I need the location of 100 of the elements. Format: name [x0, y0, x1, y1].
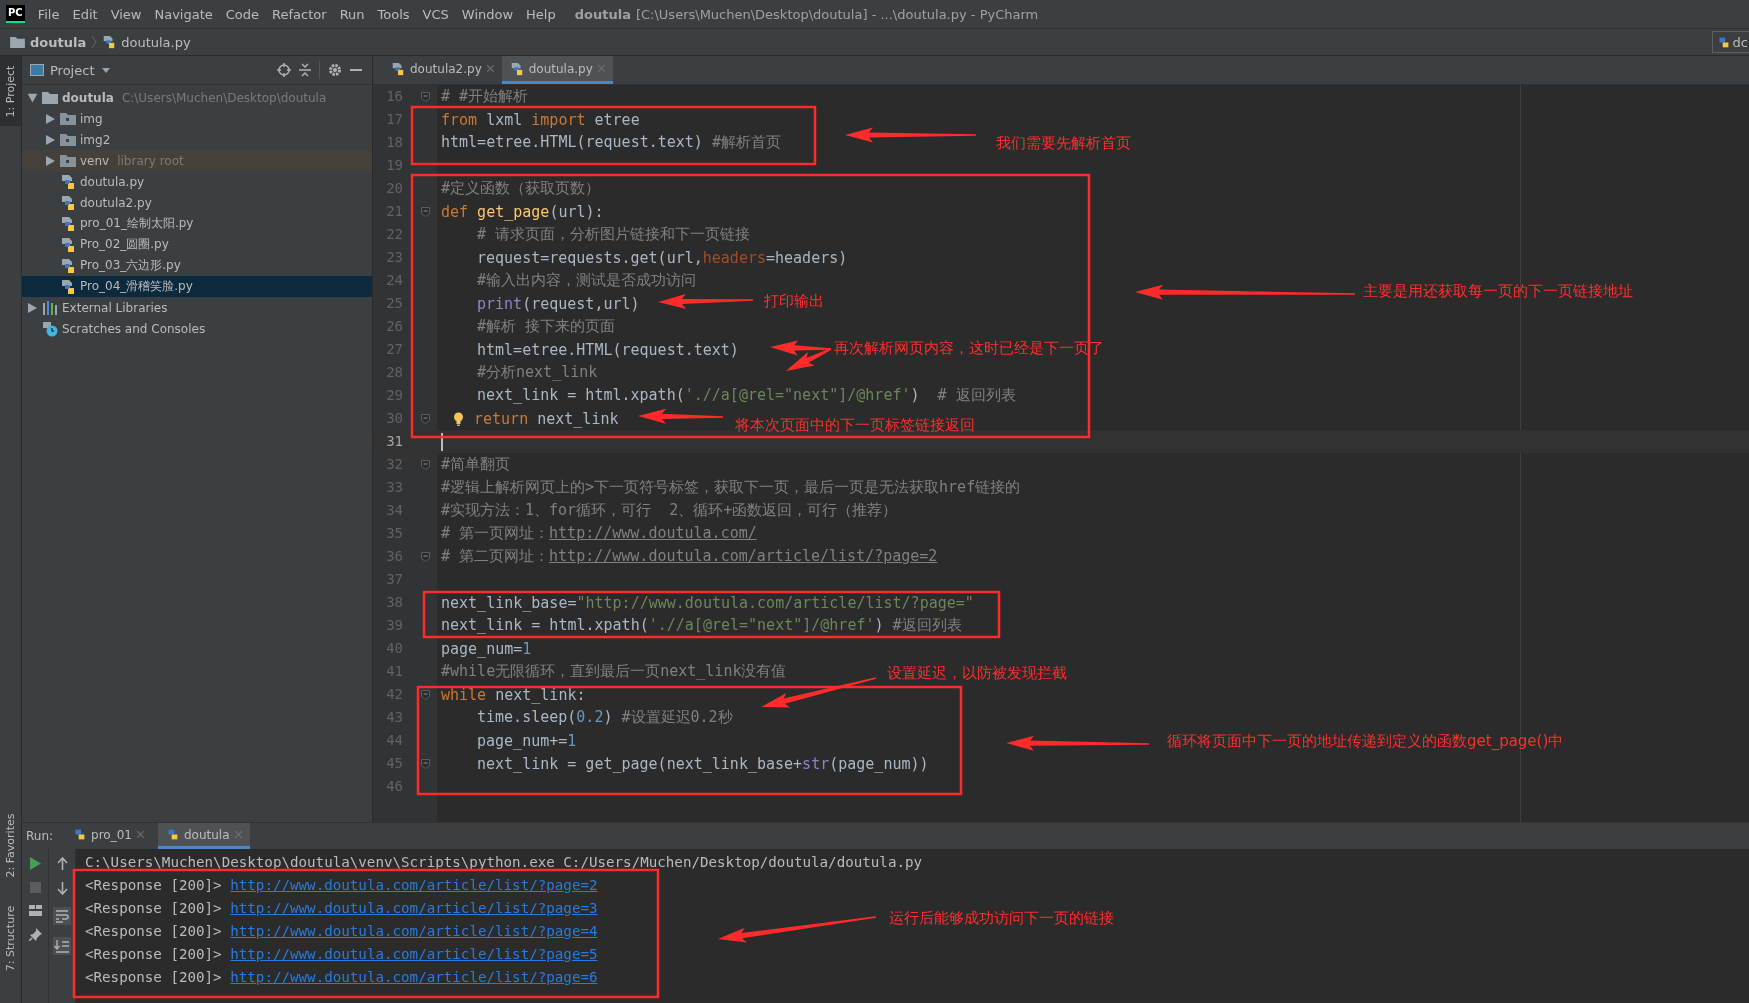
- tree-item[interactable]: doutula.py: [22, 171, 372, 192]
- menu-item[interactable]: Code: [225, 6, 260, 22]
- code-line: page_num+=1: [476, 731, 577, 750]
- fold-marker-icon[interactable]: [420, 206, 430, 217]
- caret-right-icon[interactable]: [27, 302, 37, 313]
- console-line: <Response [200]> http://www.doutula.com/article/list/?page=5: [85, 945, 598, 964]
- console-link[interactable]: http://www.doutula.com/article/list/?page=3: [230, 900, 598, 916]
- folder-icon: [60, 133, 76, 146]
- code-line: #分析next_link: [476, 363, 598, 382]
- console-link[interactable]: http://www.doutula.com/article/list/?page=4: [230, 923, 598, 939]
- run-icon[interactable]: [29, 857, 41, 870]
- fold-marker-icon[interactable]: [420, 459, 430, 470]
- code-line: #实现方法：1、for循环，可行 2、循环+函数返回，可行（推荐）: [441, 501, 898, 520]
- editor-tab[interactable]: doutula.py: [501, 56, 613, 84]
- app-logo: PC: [6, 5, 25, 23]
- menu-item[interactable]: Navigate: [154, 6, 213, 22]
- fold-marker-icon[interactable]: [420, 413, 430, 424]
- arrow-down-icon[interactable]: [56, 882, 68, 895]
- code-line: # 请求页面，分析图片链接和下一页链接: [476, 225, 751, 244]
- annotation-text: 循环将页面中下一页的地址传递到定义的函数get_page()中: [1167, 731, 1564, 751]
- code-line: next_link = html.xpath('.//a[@rel="next"]/@href') # 返回列表: [476, 386, 1016, 405]
- tree-item[interactable]: Pro_02_圆圈.py: [22, 234, 372, 255]
- menu-item[interactable]: Edit: [72, 6, 98, 22]
- fold-marker-icon[interactable]: [420, 758, 430, 769]
- layout-icon[interactable]: [28, 905, 42, 916]
- run-tab[interactable]: doutula: [157, 823, 250, 849]
- menu-item[interactable]: Tools: [377, 6, 410, 22]
- fold-marker-icon[interactable]: [420, 551, 430, 562]
- library-icon: [42, 300, 58, 315]
- annotation-text: 设置延迟，以防被发现拦截: [887, 663, 1067, 683]
- folder-icon: [60, 154, 76, 167]
- breadcrumb-item[interactable]: doutula: [30, 34, 87, 50]
- panel-label: Run:: [26, 829, 54, 843]
- code-line: #定义函数（获取页数）: [441, 179, 601, 198]
- pin-icon[interactable]: [28, 928, 42, 941]
- stop-icon[interactable]: [29, 882, 41, 893]
- code-line: next_link_base="http://www.doutula.com/article/list/?page=": [441, 593, 974, 612]
- code-line: while next_link:: [441, 685, 586, 704]
- dropdown-caret-icon[interactable]: [102, 67, 111, 73]
- tree-item[interactable]: Pro_03_六边形.py: [22, 255, 372, 276]
- menu-item[interactable]: File: [37, 6, 60, 22]
- path-hint: C:\Users\Muchen\Desktop\doutula: [121, 90, 327, 105]
- run-config-button[interactable]: dc: [1711, 31, 1749, 53]
- chevron-icon: [91, 35, 98, 49]
- python-file-icon: [509, 61, 524, 76]
- tree-item[interactable]: img2: [22, 129, 372, 150]
- python-file-icon: [60, 173, 76, 190]
- panel-title[interactable]: Project: [50, 62, 95, 78]
- menu-item[interactable]: Help: [526, 6, 556, 22]
- tree-item[interactable]: venv library root: [22, 150, 372, 171]
- caret-right-icon[interactable]: [45, 134, 55, 145]
- settings-icon[interactable]: [328, 63, 342, 77]
- tree-item[interactable]: doutula C:\Users\Muchen\Desktop\doutula: [22, 87, 372, 108]
- caret-down-icon[interactable]: [27, 93, 37, 102]
- window-title: doutula: [574, 6, 631, 22]
- menu-item[interactable]: VCS: [422, 6, 449, 22]
- code-line: # 第一页网址：http://www.doutula.com/: [441, 524, 757, 543]
- close-icon[interactable]: [136, 831, 144, 838]
- tree-item[interactable]: img: [22, 108, 372, 129]
- python-file-icon: [60, 236, 76, 253]
- menu-item[interactable]: Window: [461, 6, 514, 22]
- locate-icon[interactable]: [277, 63, 291, 77]
- python-file-icon: [60, 215, 76, 232]
- fold-marker-icon[interactable]: [420, 91, 430, 102]
- run-tab[interactable]: pro_01: [65, 823, 152, 849]
- lightbulb-icon[interactable]: [453, 411, 464, 426]
- code-line: from lxml import etree: [441, 110, 640, 129]
- side-tab[interactable]: 7: Structure: [0, 893, 21, 983]
- fold-marker-icon[interactable]: [420, 689, 430, 700]
- console-link[interactable]: http://www.doutula.com/article/list/?page=6: [230, 969, 598, 985]
- soft-wrap-icon[interactable]: [53, 907, 71, 925]
- tree-item[interactable]: Scratches and Consoles: [22, 318, 372, 339]
- tree-item[interactable]: External Libraries: [22, 297, 372, 318]
- caret-right-icon[interactable]: [45, 155, 55, 166]
- console-link[interactable]: http://www.doutula.com/article/list/?page=5: [230, 946, 598, 962]
- menu-item[interactable]: Run: [339, 6, 365, 22]
- close-icon[interactable]: [486, 65, 494, 72]
- arrow-up-icon[interactable]: [56, 857, 68, 870]
- tree-item[interactable]: pro_01_绘制太阳.py: [22, 213, 372, 234]
- python-file-icon: [391, 61, 405, 76]
- code-line: next_link = get_page(next_link_base+str(page_num)): [476, 754, 929, 773]
- code-line: request=requests.get(url,headers=headers): [476, 248, 848, 267]
- menu-item[interactable]: Refactor: [272, 6, 327, 22]
- side-tab[interactable]: 2: Favorites: [0, 805, 21, 885]
- python-file-icon: [102, 35, 117, 49]
- side-tab[interactable]: 1: Project: [0, 56, 21, 126]
- code-line: #输入出内容，测试是否成功访问: [476, 271, 697, 290]
- console-link[interactable]: http://www.doutula.com/article/list/?page=2: [230, 877, 598, 893]
- tree-item[interactable]: doutula2.py: [22, 192, 372, 213]
- scroll-to-end-icon[interactable]: [53, 937, 71, 955]
- code-line: next_link = html.xpath('.//a[@rel="next"]/@href') #返回列表: [441, 616, 962, 635]
- collapse-all-icon[interactable]: [299, 63, 311, 77]
- menu-item[interactable]: View: [110, 6, 142, 22]
- tree-item[interactable]: Pro_04_滑稽笑脸.py: [22, 276, 372, 297]
- breadcrumb-item[interactable]: doutula.py: [121, 34, 191, 50]
- editor-tab[interactable]: doutula2.py: [383, 56, 502, 84]
- code-line: html=etree.HTML(request.text): [476, 340, 739, 359]
- annotation-text: 主要是用还获取每一页的下一页链接地址: [1363, 281, 1633, 301]
- python-file-icon: [60, 194, 76, 211]
- caret-right-icon[interactable]: [45, 113, 55, 124]
